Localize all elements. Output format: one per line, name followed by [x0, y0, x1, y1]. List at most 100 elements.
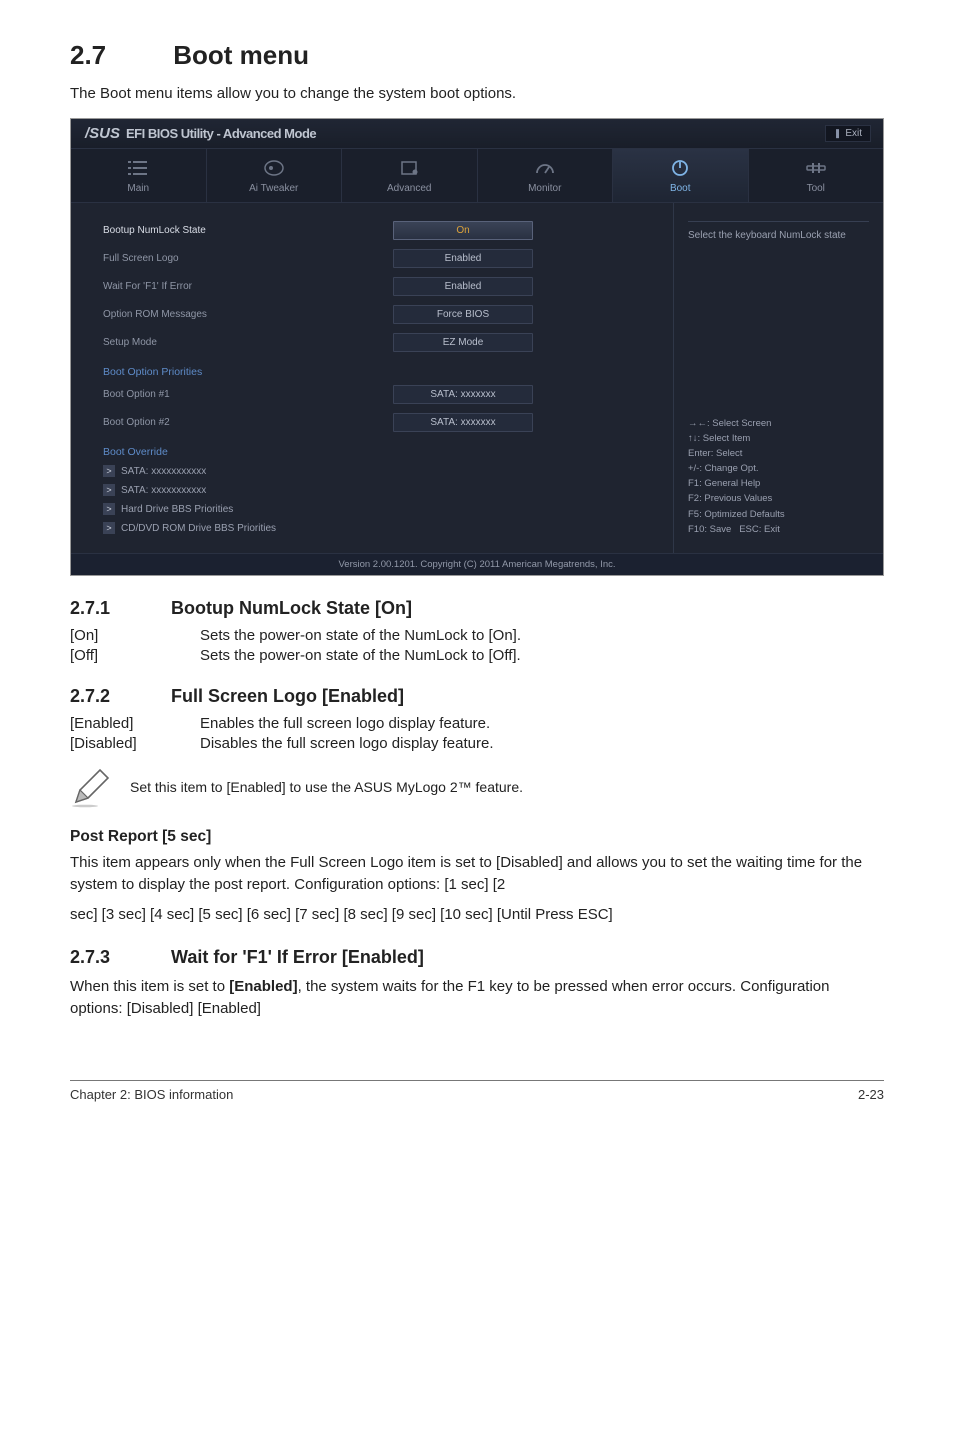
help-keys: →←: Select Screen ↑↓: Select Item Enter:…	[688, 416, 869, 544]
sub-number: 2.7.1	[70, 598, 166, 619]
bios-left-pane: Bootup NumLock State On Full Screen Logo…	[71, 203, 673, 553]
row-label: Boot Option #2	[103, 417, 393, 428]
footer-left: Chapter 2: BIOS information	[70, 1087, 233, 1102]
option-desc: Enables the full screen logo display fea…	[200, 715, 884, 732]
option-row: [Off] Sets the power-on state of the Num…	[70, 647, 884, 664]
row-value[interactable]: On	[393, 221, 533, 240]
boot-priorities-heading: Boot Option Priorities	[103, 366, 657, 378]
note-callout: Set this item to [Enabled] to use the AS…	[70, 766, 884, 808]
wrench-icon	[804, 159, 828, 177]
post-report-body2: sec] [3 sec] [4 sec] [5 sec] [6 sec] [7 …	[70, 904, 884, 926]
row-bootopt1[interactable]: Boot Option #1 SATA: xxxxxxx	[103, 385, 657, 404]
option-row: [On] Sets the power-on state of the NumL…	[70, 627, 884, 644]
option-desc: Disables the full screen logo display fe…	[200, 735, 884, 752]
post-report-body1: This item appears only when the Full Scr…	[70, 852, 884, 896]
subsection-2-7-3: 2.7.3 Wait for 'F1' If Error [Enabled] W…	[70, 947, 884, 1020]
row-value[interactable]: Force BIOS	[393, 305, 533, 324]
tab-monitor[interactable]: Monitor	[478, 149, 614, 202]
page-footer: Chapter 2: BIOS information 2-23	[70, 1080, 884, 1102]
subsection-heading: 2.7.1 Bootup NumLock State [On]	[70, 598, 884, 619]
row-value[interactable]: SATA: xxxxxxx	[393, 385, 533, 404]
bios-body: Bootup NumLock State On Full Screen Logo…	[71, 203, 883, 553]
section-number: 2.7	[70, 40, 166, 71]
sub-number: 2.7.2	[70, 686, 166, 707]
tab-label: Monitor	[528, 183, 561, 194]
tab-label: Main	[127, 183, 149, 194]
tab-label: Tool	[807, 183, 825, 194]
row-label: Full Screen Logo	[103, 253, 393, 264]
option-key: [On]	[70, 627, 200, 644]
tab-tool[interactable]: Tool	[749, 149, 884, 202]
bios-header-title: EFI BIOS Utility - Advanced Mode	[126, 126, 316, 141]
bios-logo: /SUS EFI BIOS Utility - Advanced Mode	[85, 125, 316, 142]
chip-icon	[397, 159, 421, 177]
section-heading: 2.7 Boot menu	[70, 40, 884, 71]
option-key: [Enabled]	[70, 715, 200, 732]
caret-icon: >	[103, 484, 115, 496]
bios-window: /SUS EFI BIOS Utility - Advanced Mode Ex…	[70, 118, 884, 576]
row-value[interactable]: Enabled	[393, 277, 533, 296]
row-value[interactable]: Enabled	[393, 249, 533, 268]
subsection-heading: 2.7.3 Wait for 'F1' If Error [Enabled]	[70, 947, 884, 968]
row-logo[interactable]: Full Screen Logo Enabled	[103, 249, 657, 268]
subsection-2-7-1: 2.7.1 Bootup NumLock State [On] [On] Set…	[70, 598, 884, 664]
help-key: F1: General Help	[688, 476, 869, 491]
help-key: →←: Select Screen	[688, 416, 869, 431]
help-key: ↑↓: Select Item	[688, 431, 869, 446]
section-title-text: Boot menu	[173, 40, 309, 70]
row-orom[interactable]: Option ROM Messages Force BIOS	[103, 305, 657, 324]
option-row: [Enabled] Enables the full screen logo d…	[70, 715, 884, 732]
override-label: SATA: xxxxxxxxxxx	[121, 466, 206, 477]
caret-icon: >	[103, 503, 115, 515]
row-bootopt2[interactable]: Boot Option #2 SATA: xxxxxxx	[103, 413, 657, 432]
exit-label: Exit	[845, 128, 862, 139]
option-key: [Disabled]	[70, 735, 200, 752]
tab-aitweaker[interactable]: Ai Tweaker	[207, 149, 343, 202]
sub-title-text: Wait for 'F1' If Error [Enabled]	[171, 947, 424, 967]
exit-button[interactable]: Exit	[825, 125, 871, 142]
tab-advanced[interactable]: Advanced	[342, 149, 478, 202]
bios-footer: Version 2.00.1201. Copyright (C) 2011 Am…	[71, 553, 883, 575]
override-item[interactable]: > SATA: xxxxxxxxxxx	[103, 484, 657, 496]
row-label: Setup Mode	[103, 337, 393, 348]
option-desc: Sets the power-on state of the NumLock t…	[200, 647, 884, 664]
override-item[interactable]: > Hard Drive BBS Priorities	[103, 503, 657, 515]
power-icon	[668, 159, 692, 177]
row-setup[interactable]: Setup Mode EZ Mode	[103, 333, 657, 352]
row-label: Wait For 'F1' If Error	[103, 281, 393, 292]
tab-main[interactable]: Main	[71, 149, 207, 202]
help-key: +/-: Change Opt.	[688, 461, 869, 476]
tab-label: Advanced	[387, 183, 431, 194]
sub273-body: When this item is set to [Enabled], the …	[70, 976, 884, 1020]
row-numlock[interactable]: Bootup NumLock State On	[103, 221, 657, 240]
row-label: Bootup NumLock State	[103, 225, 393, 236]
subsection-2-7-2: 2.7.2 Full Screen Logo [Enabled] [Enable…	[70, 686, 884, 808]
help-key: F10: Save ESC: Exit	[688, 522, 869, 537]
help-key: Enter: Select	[688, 446, 869, 461]
override-label: Hard Drive BBS Priorities	[121, 504, 233, 515]
override-label: CD/DVD ROM Drive BBS Priorities	[121, 523, 276, 534]
sub-number: 2.7.3	[70, 947, 166, 968]
gauge-icon	[533, 159, 557, 177]
caret-icon: >	[103, 465, 115, 477]
bios-titlebar: /SUS EFI BIOS Utility - Advanced Mode Ex…	[71, 119, 883, 149]
help-description: Select the keyboard NumLock state	[688, 221, 869, 241]
row-value[interactable]: EZ Mode	[393, 333, 533, 352]
override-item[interactable]: > SATA: xxxxxxxxxxx	[103, 465, 657, 477]
row-label: Boot Option #1	[103, 389, 393, 400]
bios-tabs: Main Ai Tweaker Advanced Monitor Boot To…	[71, 149, 883, 203]
override-item[interactable]: > CD/DVD ROM Drive BBS Priorities	[103, 522, 657, 534]
note-text: Set this item to [Enabled] to use the AS…	[130, 779, 523, 795]
bios-help-pane: Select the keyboard NumLock state →←: Se…	[673, 203, 883, 553]
option-row: [Disabled] Disables the full screen logo…	[70, 735, 884, 752]
pencil-icon	[70, 766, 112, 808]
sub-title-text: Full Screen Logo [Enabled]	[171, 686, 404, 706]
body-pre: When this item is set to	[70, 978, 229, 995]
row-value[interactable]: SATA: xxxxxxx	[393, 413, 533, 432]
help-key: F5: Optimized Defaults	[688, 507, 869, 522]
help-key: F2: Previous Values	[688, 491, 869, 506]
tab-boot[interactable]: Boot	[613, 149, 749, 202]
row-wait[interactable]: Wait For 'F1' If Error Enabled	[103, 277, 657, 296]
subsection-heading: 2.7.2 Full Screen Logo [Enabled]	[70, 686, 884, 707]
brand-text: /SUS	[85, 125, 120, 142]
